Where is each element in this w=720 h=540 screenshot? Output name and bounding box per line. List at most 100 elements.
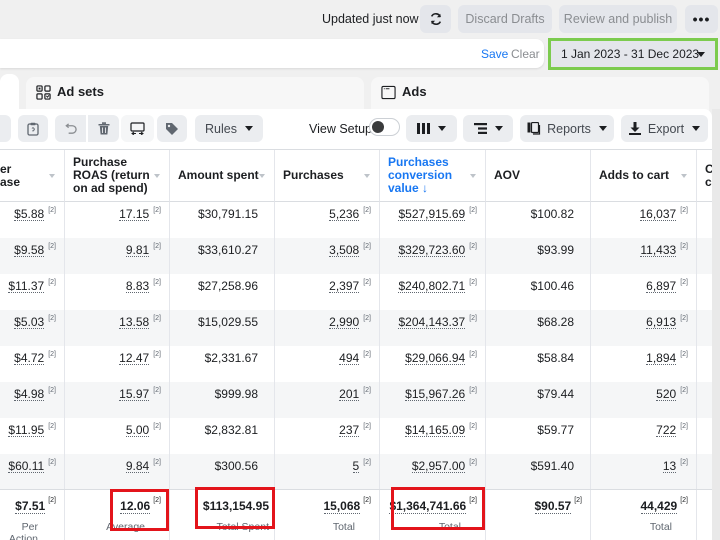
- footnote-marker[interactable]: [2]: [680, 315, 688, 322]
- tag-button[interactable]: [157, 115, 187, 142]
- footnote-marker[interactable]: [2]: [153, 315, 161, 322]
- table-row[interactable]: $4.98 [2] 15.97 [2] $999.98 201 [2] $15,967.26[…: [0, 382, 712, 418]
- cell-value[interactable]: $5.88: [14, 208, 45, 221]
- refresh-button[interactable]: [420, 5, 451, 33]
- cell-value[interactable]: 11,433: [640, 244, 677, 257]
- sort-caret-icon[interactable]: [681, 174, 687, 178]
- cell-value[interactable]: 237: [339, 424, 360, 437]
- footnote-marker[interactable]: [2]: [469, 351, 477, 358]
- footnote-marker[interactable]: [2]: [680, 207, 688, 214]
- footnote-marker[interactable]: [2]: [363, 207, 371, 214]
- footnote-marker[interactable]: [2]: [153, 207, 161, 214]
- reports-dropdown[interactable]: Reports: [520, 115, 614, 142]
- ab-test-button[interactable]: [121, 115, 154, 142]
- footnote-marker[interactable]: [2]: [48, 351, 56, 358]
- column-header[interactable]: Adds to cart: [591, 150, 697, 202]
- filter-bar[interactable]: Save Clear: [0, 39, 544, 68]
- sort-caret-icon[interactable]: [154, 174, 160, 178]
- footnote-marker[interactable]: [2]: [48, 207, 56, 214]
- footnote-marker[interactable]: [2]: [153, 459, 161, 466]
- cell-value[interactable]: 8.83: [125, 280, 150, 293]
- footnote-marker[interactable]: [2]: [469, 387, 477, 394]
- export-dropdown[interactable]: Export: [621, 115, 708, 142]
- footnote-marker[interactable]: [2]: [48, 459, 56, 466]
- rules-dropdown[interactable]: Rules: [195, 115, 263, 142]
- cell-value[interactable]: 9.84: [125, 460, 150, 473]
- table-row[interactable]: $60.11 [2] 9.84 [2] $300.56 5 [2] $2,957.00 [2] $…: [0, 454, 712, 490]
- footnote-marker[interactable]: [2]: [48, 423, 56, 430]
- column-header[interactable]: Amount spent: [170, 150, 275, 202]
- footnote-marker[interactable]: [2]: [680, 279, 688, 286]
- footnote-marker[interactable]: [2]: [469, 207, 477, 214]
- more-options-button[interactable]: •••: [685, 5, 718, 33]
- footnote-marker[interactable]: [2]: [153, 351, 161, 358]
- cell-value[interactable]: 9.81: [125, 244, 150, 257]
- cell-value[interactable]: 1,894: [646, 352, 677, 365]
- column-header[interactable]: Purchases: [275, 150, 380, 202]
- cell-value[interactable]: $4.72: [14, 352, 45, 365]
- save-filter-link[interactable]: Save: [481, 47, 508, 61]
- footnote-marker[interactable]: [2]: [363, 459, 371, 466]
- cell-value[interactable]: $5.03: [14, 316, 45, 329]
- footnote-marker[interactable]: [2]: [363, 243, 371, 250]
- cell-value[interactable]: $9.58: [14, 244, 45, 257]
- paste-button[interactable]: [18, 115, 48, 142]
- table-row[interactable]: $11.95 [2] 5.00 [2] $2,832.81 237 [2] $14,165.0…: [0, 418, 712, 454]
- footnote-marker[interactable]: [2]: [469, 459, 477, 466]
- cell-value[interactable]: 201: [339, 388, 360, 401]
- footnote-marker[interactable]: [2]: [363, 497, 371, 504]
- footnote-marker[interactable]: [2]: [363, 315, 371, 322]
- footnote-marker[interactable]: [2]: [680, 459, 688, 466]
- cell-value[interactable]: 6,913: [646, 316, 677, 329]
- cell-value[interactable]: 5.00: [125, 424, 150, 437]
- cell-value[interactable]: 722: [656, 424, 677, 437]
- cell-value[interactable]: $4.98: [14, 388, 45, 401]
- footnote-marker[interactable]: [2]: [680, 497, 688, 504]
- columns-dropdown[interactable]: [406, 115, 457, 142]
- breakdown-dropdown[interactable]: [463, 115, 513, 142]
- cell-value[interactable]: 3,508: [329, 244, 360, 257]
- cell-value[interactable]: 2,397: [329, 280, 360, 293]
- cell-value[interactable]: $204,143.37: [398, 316, 466, 329]
- cell-value[interactable]: 2,990: [329, 316, 360, 329]
- footnote-marker[interactable]: [2]: [680, 423, 688, 430]
- footnote-marker[interactable]: [2]: [680, 387, 688, 394]
- cell-value[interactable]: $60.11: [8, 460, 45, 473]
- footnote-marker[interactable]: [2]: [153, 243, 161, 250]
- cell-value[interactable]: $29,066.94: [405, 352, 466, 365]
- sort-caret-icon[interactable]: [470, 174, 476, 178]
- cell-value[interactable]: $11.37: [8, 280, 45, 293]
- cell-value[interactable]: 6,897: [646, 280, 677, 293]
- footnote-marker[interactable]: [2]: [48, 497, 56, 504]
- cell-value[interactable]: 5: [352, 460, 360, 473]
- cell-value[interactable]: $2,957.00: [411, 460, 466, 473]
- cell-value[interactable]: 16,037: [639, 208, 677, 221]
- column-header[interactable]: er ase: [0, 150, 65, 202]
- undo-button[interactable]: [55, 115, 86, 142]
- cell-value[interactable]: 17.15: [119, 208, 150, 221]
- clear-filter-link[interactable]: Clear: [511, 47, 540, 61]
- column-header[interactable]: Purchases conversion value ↓: [380, 150, 486, 202]
- table-row[interactable]: $9.58 [2] 9.81 [2] $33,610.27 3,508 [2] $329,72…: [0, 238, 712, 274]
- sort-caret-icon[interactable]: [259, 174, 265, 178]
- footnote-marker[interactable]: [2]: [363, 279, 371, 286]
- table-row[interactable]: $4.72 [2] 12.47 [2] $2,331.67 494 [2] $29,066.9…: [0, 346, 712, 382]
- footnote-marker[interactable]: [2]: [469, 243, 477, 250]
- footnote-marker[interactable]: [2]: [363, 423, 371, 430]
- footnote-marker[interactable]: [2]: [153, 387, 161, 394]
- column-header[interactable]: Purchase ROAS (return on ad spend): [65, 150, 170, 202]
- delete-button[interactable]: [88, 115, 119, 142]
- cell-value[interactable]: 13: [662, 460, 677, 473]
- cell-value[interactable]: $240,802.71: [398, 280, 466, 293]
- cell-value[interactable]: 15.97: [119, 388, 150, 401]
- cell-value[interactable]: 520: [656, 388, 677, 401]
- footnote-marker[interactable]: [2]: [574, 497, 582, 504]
- sort-caret-icon[interactable]: [364, 174, 370, 178]
- footnote-marker[interactable]: [2]: [469, 315, 477, 322]
- cell-value[interactable]: 5,236: [329, 208, 360, 221]
- table-row[interactable]: $11.37 [2] 8.83 [2] $27,258.96 2,397 [2] $240,8…: [0, 274, 712, 310]
- cell-value[interactable]: $14,165.09: [405, 424, 466, 437]
- table-row[interactable]: $5.03 [2] 13.58 [2] $15,029.55 2,990 [2] $204,1…: [0, 310, 712, 346]
- cell-value[interactable]: 494: [339, 352, 360, 365]
- discard-drafts-button[interactable]: Discard Drafts: [458, 5, 552, 33]
